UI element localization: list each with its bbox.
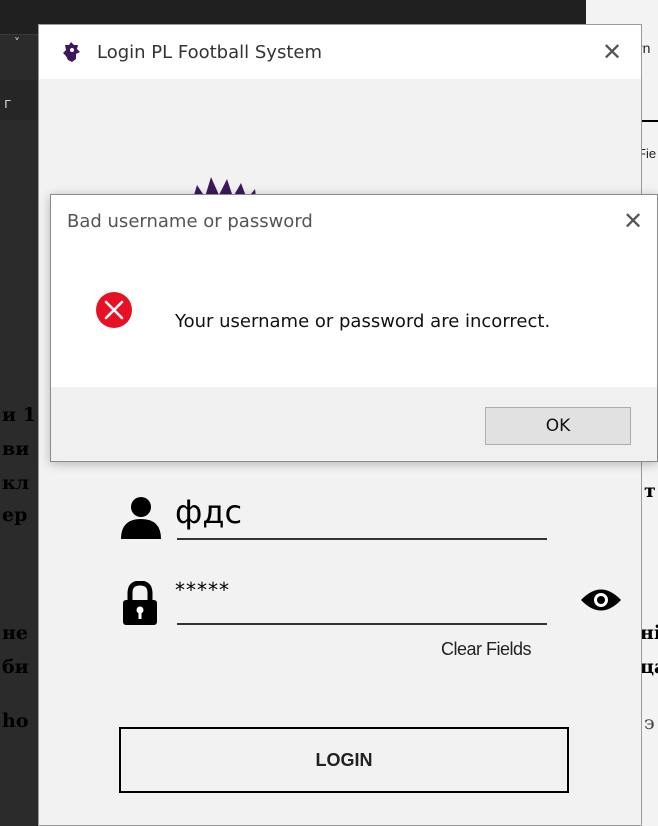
login-titlebar: Login PL Football System ✕ (39, 25, 641, 79)
background-text-fragment: т (644, 480, 656, 502)
dialog-message: Your username or password are incorrect. (175, 311, 551, 332)
login-button[interactable]: LOGIN (119, 727, 569, 793)
background-text-fragment: ца (640, 656, 658, 678)
background-text-fragment: би (2, 656, 29, 678)
error-dialog: Bad username or password ✕ Your username… (50, 194, 658, 462)
username-underline (177, 538, 547, 540)
background-text-fragment: не (2, 622, 28, 644)
login-close-button[interactable]: ✕ (595, 33, 629, 71)
ok-button[interactable]: OK (485, 407, 631, 445)
show-password-eye-icon[interactable] (579, 585, 623, 615)
background-menu-letter: г (4, 96, 12, 112)
background-right-divider (640, 120, 658, 122)
background-text-fragment: ho (2, 710, 29, 732)
background-text-fragment: э (644, 712, 655, 734)
dialog-close-button[interactable]: ✕ (617, 203, 649, 239)
username-input[interactable]: фдс (175, 493, 242, 531)
user-icon (121, 497, 161, 539)
clear-fields-link[interactable]: Clear Fields (441, 639, 532, 660)
password-underline (177, 623, 547, 625)
premier-league-lion-icon (63, 42, 80, 62)
background-text-fragment: кл (2, 472, 30, 494)
login-window-title: Login PL Football System (97, 42, 322, 63)
error-icon (96, 292, 132, 328)
background-chevron-icon[interactable]: ˅ (14, 36, 20, 50)
password-input[interactable]: ***** (175, 578, 230, 602)
background-text-fragment: ви (2, 438, 30, 460)
dialog-title: Bad username or password (67, 211, 313, 232)
lock-icon (123, 581, 157, 625)
background-text-fragment: ні (640, 622, 658, 644)
background-text-fragment: ер (2, 504, 28, 526)
background-text-fragment: и 1 (2, 404, 36, 426)
